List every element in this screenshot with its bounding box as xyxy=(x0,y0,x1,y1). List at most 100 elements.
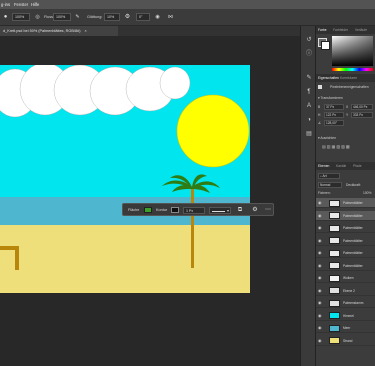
layer-name: Palmenblätter xyxy=(343,213,363,218)
layer-row[interactable]: ◉ Palmenblätter xyxy=(316,198,375,208)
smoothing-settings-gear-icon[interactable]: ⚙ xyxy=(123,13,132,22)
layer-thumbnail xyxy=(329,287,340,294)
transform-x-field[interactable]: 446,00 Px xyxy=(351,104,373,110)
document-tab[interactable]: d_Krett.psd bei 50% (Palmenblättes, RGB/… xyxy=(0,26,118,36)
menu-item-window[interactable]: Fenster xyxy=(14,2,28,7)
adjustments-icon[interactable]: ◑ xyxy=(305,116,313,124)
angle-field[interactable]: 0° xyxy=(136,13,150,21)
layer-thumbnail xyxy=(329,212,340,219)
tab-properties[interactable]: Eigenschaften xyxy=(318,75,339,82)
visibility-eye-icon[interactable]: ◉ xyxy=(318,275,323,281)
libraries-icon[interactable]: ▤ xyxy=(305,130,313,138)
layer-name: Wolken xyxy=(343,276,354,280)
layer-name: Palmenblätter xyxy=(343,201,363,205)
layer-row[interactable]: ◉ Palmenstamm xyxy=(316,298,375,308)
visibility-eye-icon[interactable]: ◉ xyxy=(318,213,323,219)
hue-slider[interactable] xyxy=(332,68,373,71)
airbrush-icon[interactable]: ✎ xyxy=(73,13,82,22)
visibility-eye-icon[interactable]: ◉ xyxy=(318,313,323,319)
panel-icon-strip: ↺ ⓘ ✎ ¶ A ◑ ▤ xyxy=(300,26,316,366)
brush-preset-icon[interactable]: ● xyxy=(1,13,10,22)
stroke-width-value: 1 Px xyxy=(186,209,194,213)
flow-field[interactable]: 100% xyxy=(53,13,71,21)
transform-h-field[interactable]: 122 Px xyxy=(324,112,344,118)
path-operations-icon[interactable]: ⧉ xyxy=(236,206,244,214)
tab-gradients[interactable]: Verläufe xyxy=(355,27,367,34)
fill-color-swatch[interactable] xyxy=(144,207,152,213)
background-color-swatch[interactable] xyxy=(321,41,330,50)
transform-y-field[interactable]: 333 Px xyxy=(351,112,373,118)
transform-header: ▾ Transformieren xyxy=(318,96,343,100)
tab-paths[interactable]: Pfade xyxy=(353,163,362,170)
transform-header-text: Transformieren xyxy=(320,96,343,100)
stroke-label: Kontur xyxy=(156,208,168,212)
layer-row[interactable]: ◉ Palmenblätter xyxy=(316,236,375,246)
layer-row[interactable]: ◉ Himmel xyxy=(316,311,375,321)
tab-adjustments[interactable]: Korrekturen xyxy=(340,75,357,82)
paragraph-icon[interactable]: ¶ xyxy=(305,88,313,96)
layer-row[interactable]: ◉ Palmenblätter xyxy=(316,248,375,258)
layer-name: Palmenstamm xyxy=(343,301,364,305)
symmetry-icon[interactable]: ⋈ xyxy=(166,13,175,22)
tab-channels[interactable]: Kanäle xyxy=(336,163,346,170)
smoothing-label: Glättung: xyxy=(87,15,103,19)
tab-layers[interactable]: Ebenen xyxy=(318,163,329,170)
visibility-eye-icon[interactable]: ◉ xyxy=(318,225,323,231)
transform-angle-field[interactable]: 128,00° xyxy=(324,120,344,126)
layer-row[interactable]: ◉ Strand xyxy=(316,336,375,346)
visibility-eye-icon[interactable]: ◉ xyxy=(318,238,323,244)
opacity-label: Deckkraft: xyxy=(346,183,361,187)
color-picker-field[interactable] xyxy=(332,36,373,66)
tab-color[interactable]: Farbe xyxy=(318,27,327,34)
menu-item-plugins[interactable]: g-ins xyxy=(1,2,10,7)
visibility-eye-icon[interactable]: ◉ xyxy=(318,288,323,294)
properties-panel-tabs: Eigenschaften Korrekturen xyxy=(316,74,375,82)
transform-x-label: X xyxy=(346,105,349,109)
info-icon[interactable]: ⓘ xyxy=(305,50,313,58)
pressure-size-icon[interactable]: ◉ xyxy=(153,13,162,22)
pressure-opacity-icon[interactable]: ◎ xyxy=(33,13,42,22)
mode-field[interactable]: 100% xyxy=(12,13,30,21)
layer-row[interactable]: ◉ Ebene 2 xyxy=(316,286,375,296)
brush-settings-icon[interactable]: ✎ xyxy=(305,74,313,82)
layer-row[interactable]: ◉ Palmenblätter xyxy=(316,210,375,221)
settings-icon[interactable]: ⚙ xyxy=(251,206,259,214)
palm-trunk xyxy=(191,188,194,268)
smoothing-field[interactable]: 10% xyxy=(104,13,120,21)
layer-name: Ebene 2 xyxy=(343,288,355,293)
layer-list[interactable]: ◉ Palmenblätter ◉ Palmenblätter ◉ Palmenblätt… xyxy=(316,198,375,366)
close-tab-icon[interactable]: × xyxy=(85,29,87,33)
history-icon[interactable]: ↺ xyxy=(305,36,313,44)
stroke-width-field[interactable]: 1 Px xyxy=(183,207,205,214)
visibility-eye-icon[interactable]: ◉ xyxy=(318,263,323,269)
visibility-eye-icon[interactable]: ◉ xyxy=(318,200,323,206)
layer-filter-dropdown[interactable]: ⌕ Art xyxy=(318,173,340,179)
stroke-style-dropdown[interactable]: ▾ xyxy=(209,207,231,214)
stroke-color-swatch[interactable] xyxy=(171,207,179,213)
layer-thumbnail xyxy=(329,249,340,257)
sun xyxy=(176,94,250,168)
visibility-eye-icon[interactable]: ◉ xyxy=(318,250,323,256)
menu-item-help[interactable]: Hilfe xyxy=(31,2,39,7)
visibility-eye-icon[interactable]: ◉ xyxy=(318,300,323,306)
blend-mode-dropdown[interactable]: Normal xyxy=(318,182,342,188)
align-buttons-row[interactable]: ▤▥▦▧▨▩ xyxy=(322,144,370,149)
layer-row[interactable]: ◉ Palmenblätter xyxy=(316,223,375,233)
layer-name: Palmenblätter xyxy=(343,226,363,230)
layer-row[interactable]: ◉ Meer xyxy=(316,323,375,333)
layer-thumbnail xyxy=(329,224,340,232)
visibility-eye-icon[interactable]: ◉ xyxy=(318,325,323,331)
more-options-icon[interactable]: ⋯ xyxy=(264,206,272,214)
fill-label: Fläche xyxy=(128,208,140,212)
opacity-value[interactable]: 100% xyxy=(363,191,371,195)
layer-row[interactable]: ◉ Wolken xyxy=(316,273,375,283)
transform-w-field[interactable]: 37 Px xyxy=(324,104,344,110)
layer-name: Strand xyxy=(343,338,353,343)
character-icon[interactable]: A xyxy=(305,102,313,110)
visibility-eye-icon[interactable]: ◉ xyxy=(318,338,323,344)
layer-row[interactable]: ◉ Palmenblätter xyxy=(316,261,375,271)
artboard-canvas[interactable] xyxy=(0,65,250,293)
transform-w-label: B xyxy=(318,105,321,109)
layer-thumbnail xyxy=(329,262,340,269)
tab-swatches[interactable]: Farbfelder xyxy=(333,27,348,34)
